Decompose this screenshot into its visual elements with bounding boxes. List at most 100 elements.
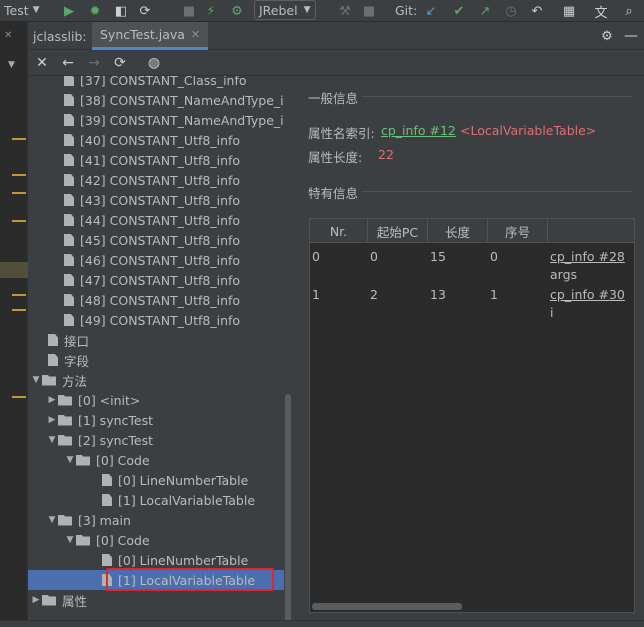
tree-item-constant[interactable]: [38] CONSTANT_NameAndType_inf [28,90,284,110]
hammer-icon[interactable]: ⚒ [336,2,354,20]
tree-item-constant[interactable]: [45] CONSTANT_Utf8_info [28,230,284,250]
tree-item-method-main[interactable]: ▼ [3] main [28,510,284,530]
section-divider [362,96,632,97]
tree-item-label: [40] CONSTANT_Utf8_info [80,132,241,148]
tree-item-constant[interactable]: [47] CONSTANT_Utf8_info [28,270,284,290]
file-icon [48,334,58,346]
tree-item-label: 属性 [62,593,88,609]
tree-item-linenumbertable[interactable]: [0] LineNumberTable [28,470,284,490]
chevron-down-icon[interactable]: ▼ [8,60,15,70]
forward-arrow-icon[interactable]: → [84,53,104,73]
tree-item-linenumbertable[interactable]: [0] LineNumberTable [28,550,284,570]
stop-icon[interactable]: ■ [180,2,198,20]
tab-jclasslib[interactable]: jclasslib: [25,22,95,50]
chevron-right-icon[interactable]: ▶ [46,415,58,425]
class-structure-tree: [37] CONSTANT_Class_info [38] CONSTANT_N… [28,76,284,627]
history-icon[interactable]: ◷ [502,2,520,20]
coverage-icon[interactable]: ◧ [112,2,130,20]
tree-item-label: 字段 [64,353,90,369]
cell-name-link[interactable]: cp_info #30 [550,287,625,302]
rollback-icon[interactable]: ↶ [528,2,546,20]
cell-name-link[interactable]: cp_info #28 [550,249,625,264]
tree-scrollbar[interactable] [284,76,292,627]
table-horizontal-scrollbar[interactable] [310,600,634,612]
tree-item-method-synctest[interactable]: ▼ [2] syncTest [28,430,284,450]
tree-item-constant[interactable]: [41] CONSTANT_Utf8_info [28,150,284,170]
refresh-icon[interactable]: ⟳ [110,53,130,73]
gutter-marker [12,174,26,176]
file-icon [64,194,74,206]
cell-index: 0 [490,249,498,264]
tree-item-constant[interactable]: [46] CONSTANT_Utf8_info [28,250,284,270]
stop-square-icon[interactable]: ■ [360,2,378,20]
translate-icon[interactable]: 文 [592,2,610,21]
chevron-right-icon[interactable]: ▶ [30,595,42,605]
column-header-nr[interactable]: Nr. [310,219,368,243]
minimize-icon[interactable]: — [622,27,640,45]
folder-icon [58,394,72,406]
column-header-start-pc[interactable]: 起始PC [368,219,428,243]
back-arrow-icon[interactable]: ← [58,53,78,73]
chevron-down-icon[interactable]: ▼ [46,435,58,445]
folder-icon [58,514,72,526]
current-line-highlight [0,262,28,278]
file-icon [64,314,74,326]
project-structure-icon[interactable]: ▦ [560,2,578,20]
profile-icon[interactable]: ⟳ [136,2,154,20]
cell-index: 1 [490,287,498,302]
tree-item-label: [42] CONSTANT_Utf8_info [80,172,241,188]
tree-item-constant[interactable]: [48] CONSTANT_Utf8_info [28,290,284,310]
tree-item-constant[interactable]: [37] CONSTANT_Class_info [28,76,284,90]
tree-item-constant[interactable]: [42] CONSTANT_Utf8_info [28,170,284,190]
jrebel-selector[interactable]: JRebel ▼ [254,0,316,20]
tree-item-localvariabletable[interactable]: [1] LocalVariableTable [28,490,284,510]
folder-icon [42,374,56,386]
browser-icon[interactable]: ◍ [144,53,164,73]
cell-name: args [550,267,578,282]
chevron-down-icon[interactable]: ▼ [64,455,76,465]
git-push-icon[interactable]: ↗ [476,2,494,20]
gear-icon[interactable]: ⚙ [598,27,616,45]
debug-icon[interactable]: ✹ [86,2,104,20]
folder-icon [76,534,90,546]
tree-item-code[interactable]: ▼ [0] Code [28,530,284,550]
tree-item-label: [47] CONSTANT_Utf8_info [80,272,241,288]
tree-item-constant[interactable]: [49] CONSTANT_Utf8_info [28,310,284,330]
close-icon[interactable]: ✕ [191,28,200,41]
run-config-selector[interactable]: Test ▼ [0,0,44,20]
file-icon [64,274,74,286]
search-icon[interactable]: ⌕ [620,2,638,20]
tree-item-constant[interactable]: [39] CONSTANT_NameAndType_inf [28,110,284,130]
tab-synctest[interactable]: SyncTest.java ✕ [92,22,209,50]
jrebel-debug-icon[interactable]: ⚙ [228,2,246,20]
tree-item-constant[interactable]: [44] CONSTANT_Utf8_info [28,210,284,230]
chevron-right-icon[interactable]: ▶ [46,395,58,405]
name-index-link[interactable]: cp_info #12 [381,123,456,138]
file-icon [64,154,74,166]
scrollbar-thumb[interactable] [285,394,291,622]
scrollbar-thumb[interactable] [312,603,462,610]
jrebel-run-icon[interactable]: ⚡ [202,2,220,20]
tree-item-constant[interactable]: [43] CONSTANT_Utf8_info [28,190,284,210]
tree-item-interfaces[interactable]: 接口 [28,330,284,350]
chevron-down-icon[interactable]: ▼ [46,515,58,525]
tree-item-methods[interactable]: ▼ 方法 [28,370,284,390]
close-icon[interactable]: ✕ [4,30,12,41]
git-commit-icon[interactable]: ✔ [450,2,468,20]
chevron-down-icon[interactable]: ▼ [64,535,76,545]
run-icon[interactable]: ▶ [60,2,78,20]
close-icon[interactable]: ✕ [32,53,52,73]
table-header: Nr. 起始PC 长度 序号 [310,219,634,243]
tree-item-method-init[interactable]: ▶ [0] <init> [28,390,284,410]
tree-item-fields[interactable]: 字段 [28,350,284,370]
column-header-index[interactable]: 序号 [488,219,548,243]
tree-item-code[interactable]: ▼ [0] Code [28,450,284,470]
tree-item-method-synctest[interactable]: ▶ [1] syncTest [28,410,284,430]
file-icon [102,554,112,566]
column-header-length[interactable]: 长度 [428,219,488,243]
gutter-marker [12,192,26,194]
chevron-down-icon[interactable]: ▼ [30,375,42,385]
tree-item-constant[interactable]: [40] CONSTANT_Utf8_info [28,130,284,150]
git-update-icon[interactable]: ↙ [422,2,440,20]
tree-item-attributes[interactable]: ▶ 属性 [28,590,284,610]
